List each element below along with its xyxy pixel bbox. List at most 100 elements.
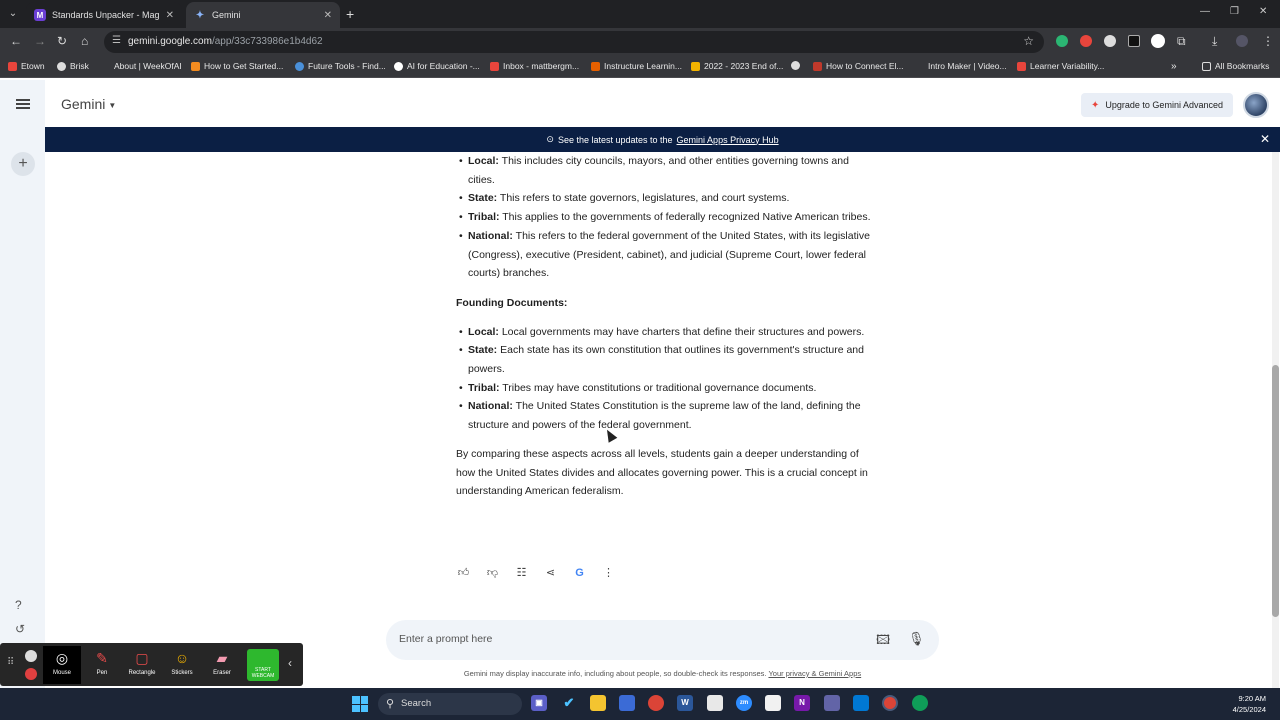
help-icon[interactable]: ? [15,598,22,612]
privacy-link[interactable]: Your privacy & Gemini Apps [768,669,861,678]
upload-image-icon[interactable]: 🖾 [876,631,890,653]
prompt-placeholder: Enter a prompt here [399,633,493,645]
magicschool-icon: M [34,9,46,21]
activity-history-icon[interactable]: ↺ [15,622,25,636]
prompt-input[interactable]: Enter a prompt here 🖾 🎙︎ [386,620,939,660]
more-options-icon[interactable]: ⋮ [601,566,616,579]
pen-icon: ✎ [96,650,108,666]
taskbar-clock[interactable]: 9:20 AM 4/25/2024 [1233,693,1266,715]
bookmark-favicon-icon [394,61,403,71]
bookmark-item[interactable]: Brisk [57,61,89,71]
bookmark-item[interactable]: Etown [8,61,45,71]
start-webcam-button[interactable]: START WEBCAM [247,649,279,681]
bookmark-item[interactable]: Future Tools - Find... [295,61,386,71]
extension-icon[interactable] [1151,34,1165,48]
upgrade-button[interactable]: ✦ Upgrade to Gemini Advanced [1081,93,1233,117]
all-bookmarks-button[interactable]: All Bookmarks [1202,61,1269,71]
chrome-active-icon[interactable] [882,695,898,711]
list-item: Local: This includes city councils, mayo… [456,152,872,189]
restore-icon[interactable]: ❐ [1230,6,1239,17]
sticker-icon: ☺ [174,650,190,666]
bookmark-item[interactable]: Intro Maker | Video... [928,61,1007,71]
bookmark-item[interactable]: About | WeekOfAI [114,61,182,71]
extensions-puzzle-icon[interactable]: ⧉ [1177,34,1186,49]
rectangle-tool-button[interactable]: ▢ Rectangle [123,646,161,684]
new-chat-button[interactable]: + [11,152,35,176]
checkmark-app-icon[interactable]: ✔ [561,695,577,711]
microphone-icon[interactable]: 🎙︎ [908,631,925,647]
bookmark-item[interactable]: How to Get Started... [191,61,283,71]
tab-gemini[interactable]: ✦ Gemini ✕ [186,2,340,28]
grammarly-extension-icon[interactable] [1056,35,1068,47]
onenote-icon[interactable]: N [794,695,810,711]
thumbs-down-icon[interactable]: 👎︎ [485,566,500,579]
taskbar-search[interactable]: ⚲ Search [378,693,522,715]
bookmark-item[interactable] [791,61,800,70]
reload-icon[interactable]: ↻ [57,34,67,48]
privacy-hub-link[interactable]: Gemini Apps Privacy Hub [677,135,779,145]
section-title: Founding Documents: [456,296,568,309]
site-info-icon[interactable]: ☰ [112,35,121,46]
profile-icon[interactable] [1236,35,1248,47]
back-icon[interactable]: ← [10,34,22,48]
modify-response-icon[interactable]: ☷ [514,566,529,579]
bookmark-item[interactable]: How to Connect El... [813,61,903,71]
scrollbar-thumb[interactable] [1272,365,1279,617]
model-switcher[interactable]: Gemini ▼ [61,96,116,112]
close-window-icon[interactable]: ✕ [1259,6,1267,17]
windows-taskbar: ⚲ Search ▣ ✔ W zm N 9:20 AM 4/25/2024 [0,688,1280,720]
share-icon[interactable]: ⋖ [543,566,558,579]
main-menu-icon[interactable] [16,99,30,109]
extension-icon[interactable] [1104,35,1116,47]
google-check-icon[interactable]: G [572,567,587,579]
bookmark-star-icon[interactable]: ☆ [1023,34,1034,48]
word-icon[interactable]: W [677,695,693,711]
browser-menu-icon[interactable]: ⋮ [1262,34,1274,48]
zoom-icon[interactable]: zm [736,695,752,711]
extension-icon[interactable] [1080,35,1092,47]
stickers-tool-button[interactable]: ☺ Stickers [163,646,201,684]
pause-recording-button[interactable] [25,650,37,662]
store-icon[interactable] [619,695,635,711]
close-icon[interactable]: ✕ [1260,132,1270,146]
avatar[interactable] [1243,92,1269,118]
collapse-chevron-icon[interactable]: ‹ [288,656,292,670]
outlook-icon[interactable] [853,695,869,711]
document-icon[interactable] [765,695,781,711]
download-icon[interactable]: ⤓ [1212,34,1217,49]
stop-recording-button[interactable] [25,668,37,680]
list-item: Local: Local governments may have charte… [456,323,872,342]
eraser-tool-button[interactable]: ▰ Eraser [203,646,241,684]
extension-icon[interactable] [1128,35,1140,47]
teams-icon[interactable]: ▣ [531,695,547,711]
thumbs-up-icon[interactable]: 👍︎ [456,566,471,579]
bookmark-item[interactable]: Inbox - mattbergm... [490,61,579,71]
rectangle-icon: ▢ [135,650,149,666]
windows-start-icon[interactable] [352,696,368,712]
tab-search-icon[interactable]: ⌄ [4,5,22,23]
bookmark-item[interactable]: Instructure Learnin... [591,61,682,71]
new-tab-button[interactable]: + [346,5,354,23]
chrome-icon[interactable] [648,695,664,711]
bookmarks-bar: Etown Brisk About | WeekOfAI How to Get … [0,56,1280,78]
address-bar[interactable]: ☰ gemini.google.com/app/33c733986e1b4d62… [104,31,1044,53]
home-icon[interactable]: ⌂ [81,34,88,48]
response-actions: 👍︎ 👎︎ ☷ ⋖ G ⋮ [456,566,616,580]
search-icon: ⚲ [386,698,395,710]
sticky-notes-icon[interactable] [707,695,723,711]
pen-tool-button[interactable]: ✎ Pen [83,646,121,684]
more-bookmarks-icon[interactable]: » [1171,61,1177,72]
forward-icon[interactable]: → [34,34,46,48]
file-explorer-icon[interactable] [590,695,606,711]
mouse-tool-button[interactable]: ◎ Mouse [43,646,81,684]
bookmark-item[interactable]: 2022 - 2023 End of... [691,61,783,71]
minimize-icon[interactable]: — [1200,6,1210,17]
close-tab-icon[interactable]: ✕ [324,10,332,21]
bookmark-item[interactable]: Learner Variability... [1017,61,1104,71]
chrome-profile-icon[interactable] [912,695,928,711]
bookmark-item[interactable]: AI for Education -... [394,61,480,71]
teams-app-icon[interactable] [824,695,840,711]
close-tab-icon[interactable]: ✕ [166,10,174,21]
drag-handle-icon[interactable]: ⠿ [7,657,14,668]
tab-standards-unpacker[interactable]: M Standards Unpacker - MagicSc ✕ [26,2,182,28]
